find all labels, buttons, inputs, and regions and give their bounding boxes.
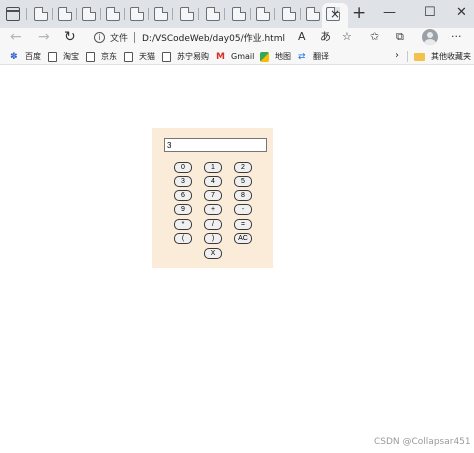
tab-divider [172,8,173,20]
bookmark-maps[interactable]: 地图 [260,50,291,63]
translate-page-icon[interactable]: あ [320,29,331,45]
bookmark-jd[interactable]: 京东 [86,50,117,63]
tab-divider [300,8,301,20]
address-box[interactable]: i 文件 D:/VSCodeWeb/day05/作业.html [88,28,358,47]
bookmark-translate[interactable]: ⇄ 翻译 [298,50,329,63]
paw-icon: ✽ [10,51,18,62]
tab-divider [198,8,199,20]
tab-actions-icon[interactable] [6,7,20,21]
bookmark-label: 地图 [275,52,291,61]
tab-strip: × + — ☐ ✕ [0,0,474,28]
folder-icon [414,52,425,61]
folder-label: 其他收藏夹 [431,52,471,61]
settings-more-icon[interactable]: ··· [451,29,462,45]
url-text[interactable]: D:/VSCodeWeb/day05/作业.html [142,31,285,44]
bookmark-suning[interactable]: 苏宁易购 [162,50,209,63]
key-open-paren[interactable]: ( [174,233,192,244]
tab-divider [148,8,149,20]
page-icon [48,51,57,62]
key-9[interactable]: 9 [174,204,192,215]
page-icon [162,51,171,62]
maximize-button[interactable]: ☐ [424,3,436,23]
favorites-icon[interactable]: ✩ [370,29,379,45]
tab-divider [76,8,77,20]
gmail-icon: M [216,51,225,62]
bookmark-tmall[interactable]: 天猫 [124,50,155,63]
tab-page-icon[interactable] [180,7,194,21]
key-multiply[interactable]: * [174,219,192,230]
tab-divider [250,8,251,20]
new-tab-button[interactable]: + [352,3,366,23]
key-5[interactable]: 5 [234,176,252,187]
chevron-right-icon[interactable]: › [395,50,399,61]
map-icon [260,51,269,62]
calculator-display[interactable] [164,138,267,152]
key-7[interactable]: 7 [204,190,222,201]
url-divider [134,32,135,43]
read-aloud-icon[interactable]: A [298,29,306,45]
key-plus[interactable]: + [204,204,222,215]
bookmark-label: 淘宝 [63,52,79,61]
bookmarks-bar: ✽ 百度 淘宝 京东 天猫 苏宁易购 M Gmail 地图 ⇄ 翻译 › 其他收… [0,48,474,65]
key-4[interactable]: 4 [204,176,222,187]
page-icon [86,51,95,62]
bookmark-label: 天猫 [139,52,155,61]
watermark: CSDN @Collapsar451 [374,437,471,447]
tab-divider [26,8,27,20]
info-icon[interactable]: i [94,32,105,43]
tab-page-icon[interactable] [58,7,72,21]
tab-divider [124,8,125,20]
key-2[interactable]: 2 [234,162,252,173]
bookmark-label: Gmail [231,52,255,61]
key-clear[interactable]: AC [234,233,252,244]
key-1[interactable]: 1 [204,162,222,173]
key-6[interactable]: 6 [174,190,192,201]
bookmarks-divider [407,51,408,62]
scheme-label: 文件 [110,34,129,44]
forward-button[interactable]: → [38,28,50,46]
calculator-panel: 0 1 2 3 4 5 6 7 8 9 + - * / = ( ) AC X [152,128,273,268]
key-backspace[interactable]: X [204,248,222,259]
other-favorites-folder[interactable]: 其他收藏夹 [414,50,471,63]
tab-page-icon[interactable] [106,7,120,21]
bookmark-taobao[interactable]: 淘宝 [48,50,79,63]
bookmark-gmail[interactable]: M Gmail [216,50,254,63]
close-window-button[interactable]: ✕ [456,3,467,23]
tab-divider [100,8,101,20]
key-minus[interactable]: - [234,204,252,215]
key-8[interactable]: 8 [234,190,252,201]
close-tab-icon[interactable]: × [330,6,340,22]
back-button[interactable]: ← [10,28,22,46]
tab-page-icon[interactable] [154,7,168,21]
bookmark-label: 苏宁易购 [177,52,209,61]
key-0[interactable]: 0 [174,162,192,173]
collections-icon[interactable]: ⧉ [396,29,404,45]
bookmark-label: 翻译 [313,52,329,61]
tab-page-icon[interactable] [256,7,270,21]
tab-divider [224,8,225,20]
tab-page-icon[interactable] [206,7,220,21]
tab-page-icon[interactable] [82,7,96,21]
address-toolbar: ← → ↻ i 文件 D:/VSCodeWeb/day05/作业.html A … [0,28,474,48]
reload-button[interactable]: ↻ [64,28,76,46]
profile-avatar[interactable] [422,29,438,45]
tab-page-icon[interactable] [130,7,144,21]
tab-page-icon[interactable] [282,7,296,21]
tab-divider [274,8,275,20]
key-3[interactable]: 3 [174,176,192,187]
bookmark-baidu[interactable]: ✽ 百度 [10,50,41,63]
key-close-paren[interactable]: ) [204,233,222,244]
key-divide[interactable]: / [204,219,222,230]
bookmark-label: 京东 [101,52,117,61]
minimize-button[interactable]: — [383,3,396,23]
add-favorite-icon[interactable]: ☆ [342,29,352,45]
page-icon [124,51,133,62]
tab-page-icon[interactable] [306,7,320,21]
tab-page-icon[interactable] [34,7,48,21]
tab-page-icon[interactable] [232,7,246,21]
key-equals[interactable]: = [234,219,252,230]
translate-icon: ⇄ [298,51,306,62]
tab-divider [52,8,53,20]
bookmark-label: 百度 [25,52,41,61]
